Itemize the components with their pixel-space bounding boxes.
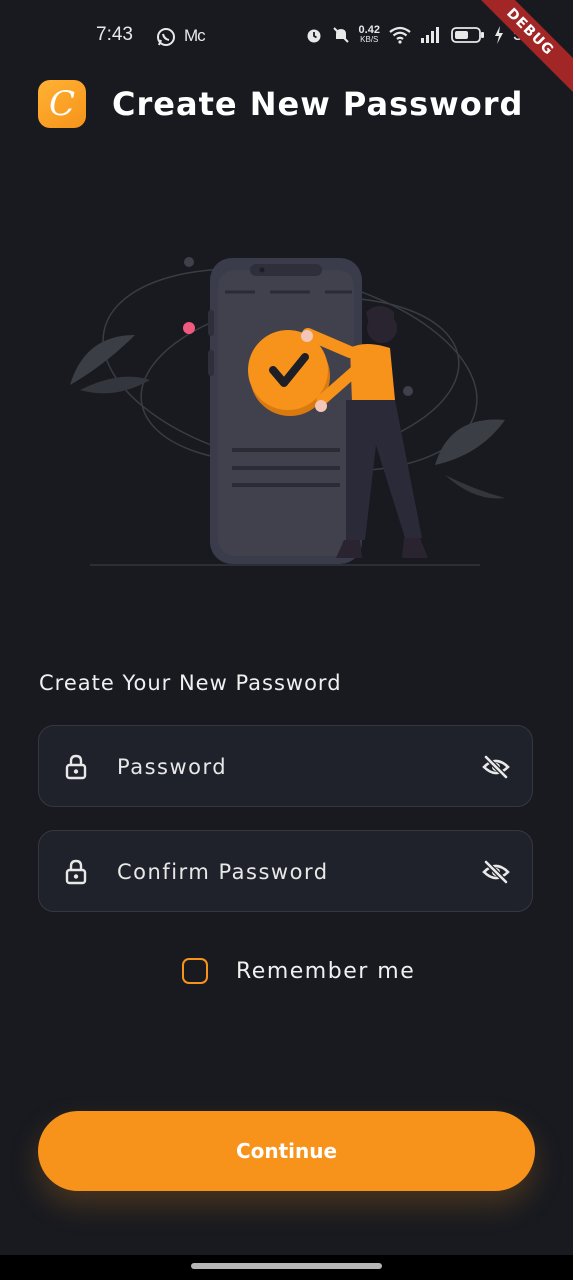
app-logo: C — [38, 80, 86, 128]
net-speed-value: 0.42 — [358, 23, 380, 36]
battery-icon — [451, 26, 484, 43]
password-input[interactable] — [115, 726, 459, 808]
lock-icon — [65, 859, 87, 885]
page-title: Create New Password — [112, 85, 524, 123]
wifi-icon — [389, 26, 411, 44]
remember-me-checkbox[interactable] — [182, 958, 208, 984]
remember-me-row[interactable]: Remember me — [182, 958, 415, 984]
confirm-password-input[interactable] — [115, 831, 459, 913]
home-gesture-handle[interactable] — [191, 1263, 382, 1269]
mute-bell-icon — [332, 26, 349, 43]
whatsapp-icon — [157, 28, 175, 46]
system-nav-bar — [0, 1255, 573, 1280]
signal-icon — [420, 26, 439, 43]
eye-off-icon[interactable] — [482, 858, 510, 886]
phone-checkmark-illustration — [70, 257, 505, 566]
net-speed: 0.42 KB/S — [358, 23, 380, 44]
continue-button[interactable]: Continue — [38, 1111, 535, 1191]
alarm-icon — [307, 29, 321, 42]
section-label: Create Your New Password — [39, 671, 342, 695]
eye-off-icon[interactable] — [482, 753, 510, 781]
status-bar: 7:43 Mc 0.42 KB/S — [0, 0, 573, 72]
confirm-password-field[interactable] — [38, 830, 533, 913]
header: C Create New Password — [38, 79, 523, 129]
charging-icon — [494, 25, 503, 44]
status-icons: 0.42 KB/S 57 — [305, 24, 533, 45]
password-field[interactable] — [38, 725, 533, 808]
lock-icon — [65, 754, 87, 780]
remember-me-label[interactable]: Remember me — [236, 959, 415, 984]
notification-text: Mc — [184, 26, 206, 45]
net-speed-unit: KB/S — [360, 34, 379, 44]
status-time: 7:43 — [96, 24, 133, 45]
